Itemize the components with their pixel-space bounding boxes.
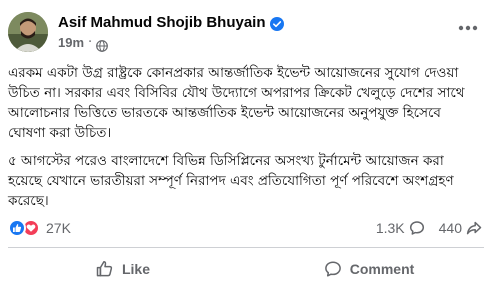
shares-count-label: 440: [438, 220, 462, 236]
post-timestamp[interactable]: 19m: [58, 35, 84, 50]
like-reaction-icon: [8, 219, 26, 237]
comments-count[interactable]: 1.3K: [376, 220, 425, 236]
post-paragraph: এরকম একটা উগ্র রাষ্ট্রকে কোনপ্রকার আন্তর…: [8, 65, 465, 141]
post-paragraph: ৫ আগস্টের পরেও বাংলাদেশে বিভিন্ন ডিসিপ্ল…: [8, 153, 454, 209]
more-horizontal-icon: [458, 25, 478, 31]
globe-icon[interactable]: [96, 37, 109, 52]
post-stats: 27K 1.3K 440: [8, 217, 482, 239]
comment-icon: [324, 261, 341, 277]
more-options-button[interactable]: [456, 16, 480, 40]
action-divider: [8, 247, 484, 248]
like-button[interactable]: Like: [0, 254, 246, 284]
author-avatar[interactable]: [8, 12, 48, 52]
author-row: Asif Mahmud Shojib Bhuyain: [58, 13, 284, 33]
comment-button-label: Comment: [349, 261, 415, 277]
post-meta: Asif Mahmud Shojib Bhuyain 19m ·: [58, 13, 284, 52]
post-body: এরকম একটা উগ্র রাষ্ট্রকে কোনপ্রকার আন্তর…: [8, 63, 482, 219]
facebook-post: Asif Mahmud Shojib Bhuyain 19m · এরকম এক…: [0, 0, 492, 285]
reaction-count: 27K: [46, 220, 71, 236]
post-subinfo: 19m ·: [58, 34, 284, 52]
reactions-summary[interactable]: 27K: [8, 219, 71, 237]
verified-badge-icon: [269, 16, 284, 31]
post-header: Asif Mahmud Shojib Bhuyain 19m ·: [8, 10, 284, 54]
share-icon: [466, 221, 482, 235]
like-button-label: Like: [121, 261, 150, 277]
engagement-counts: 1.3K 440: [362, 220, 482, 236]
comment-icon: [409, 221, 424, 235]
post-actions: Like Comment: [0, 254, 492, 284]
thumbs-up-icon: [96, 261, 113, 277]
shares-count[interactable]: 440: [439, 220, 482, 236]
comments-count-label: 1.3K: [375, 220, 405, 236]
separator-dot: ·: [88, 35, 93, 50]
comment-button[interactable]: Comment: [246, 254, 492, 284]
author-name[interactable]: Asif Mahmud Shojib Bhuyain: [58, 14, 266, 31]
